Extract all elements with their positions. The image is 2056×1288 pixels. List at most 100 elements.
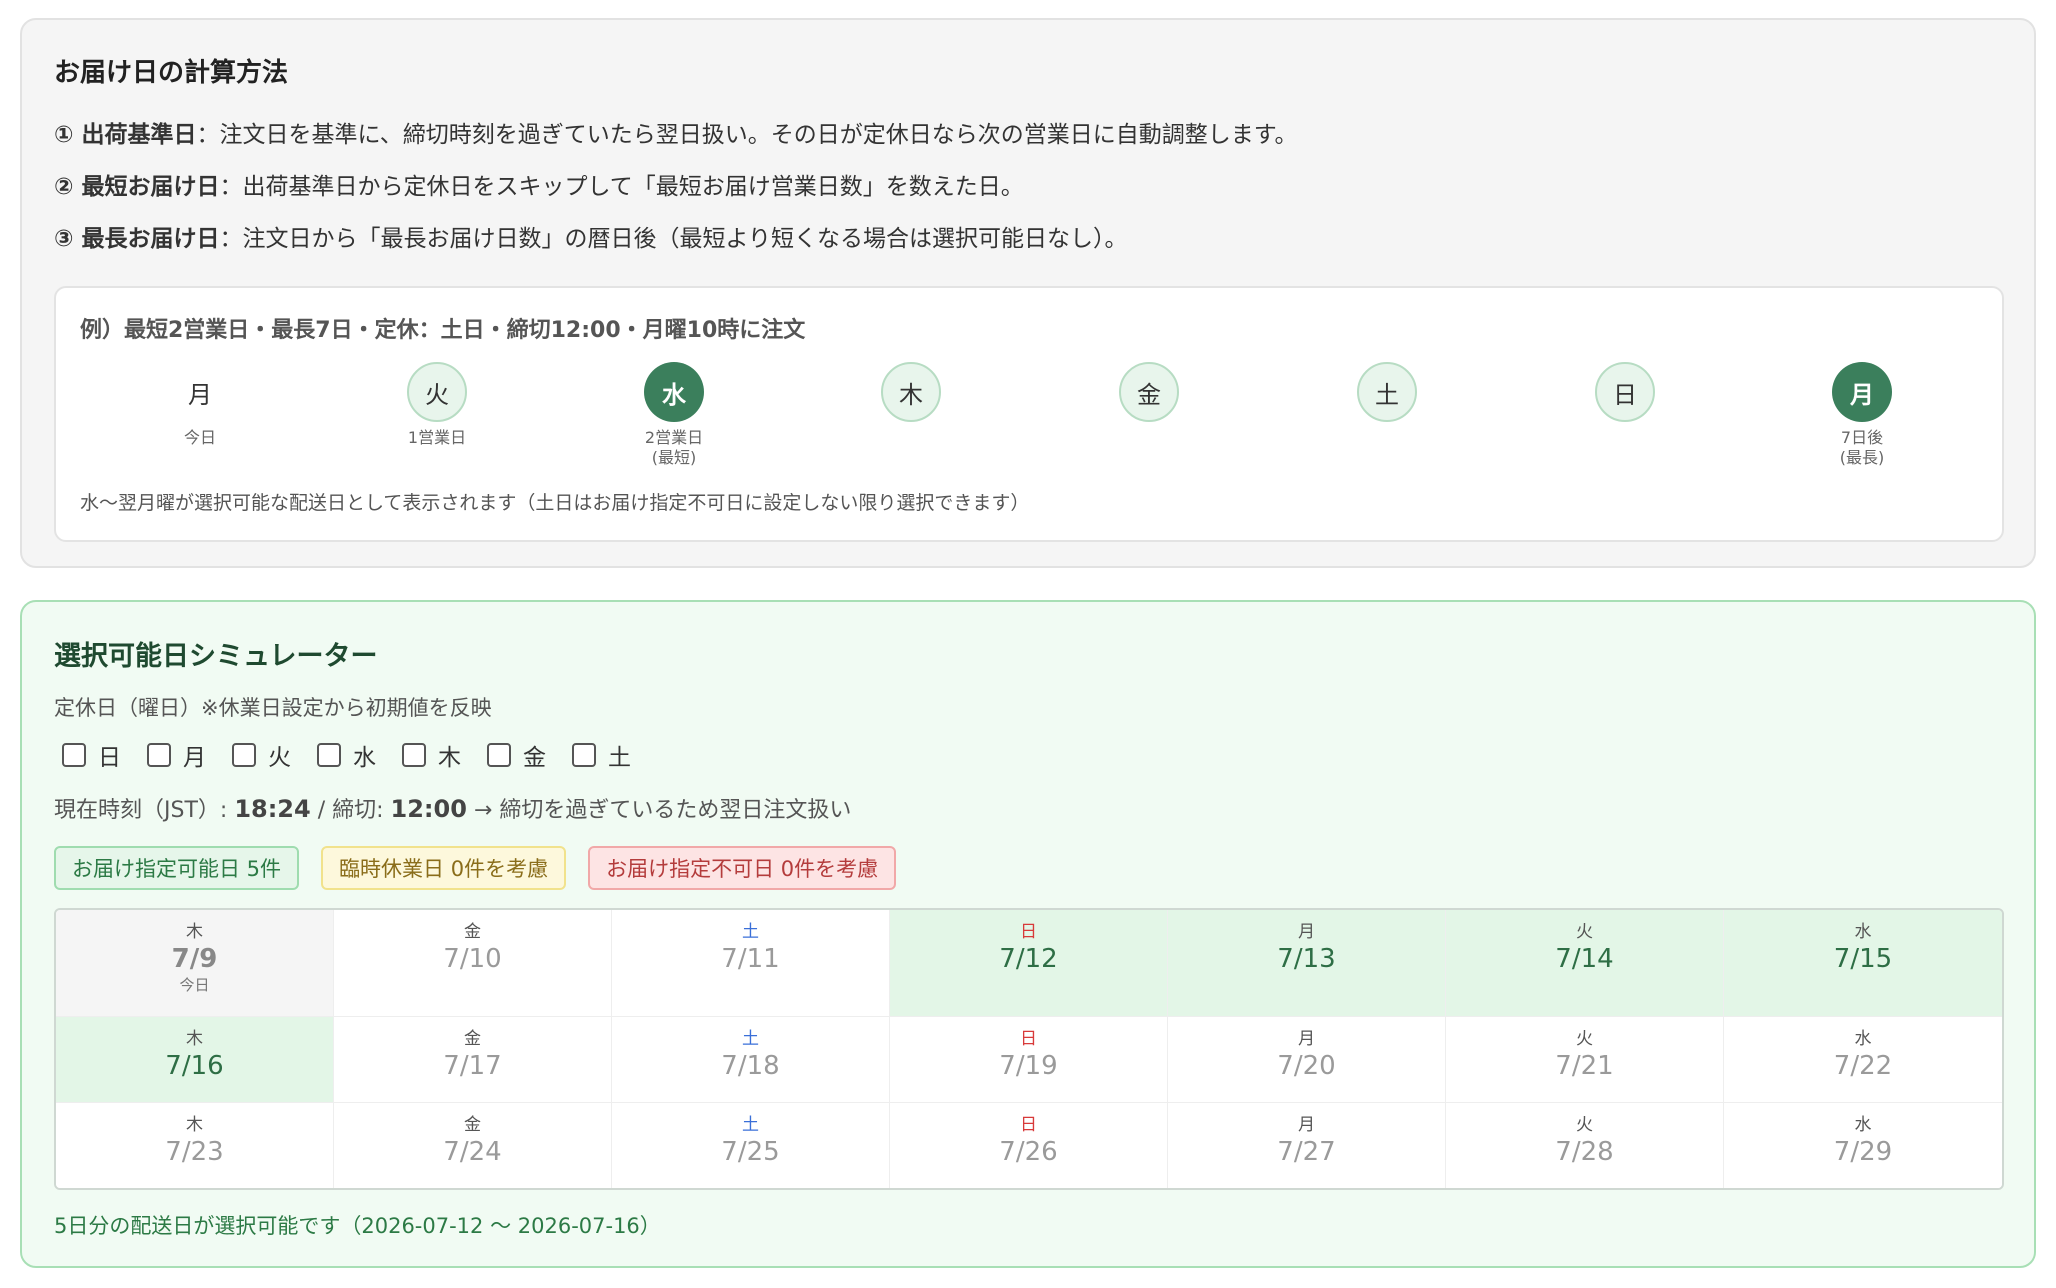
checkbox[interactable] [147, 743, 171, 767]
cutoff-time-value: 12:00 [390, 795, 467, 823]
current-time-value: 18:24 [234, 795, 311, 823]
rule-text: ：注文日から「最長お届け日数」の暦日後（最短より短くなる場合は選択可能日なし）。 [219, 226, 1128, 252]
checkbox[interactable] [62, 743, 86, 767]
calendar-date: 7/23 [165, 1137, 224, 1167]
example-title: 例）最短2営業日・最長7日・定休：土日・締切12:00・月曜10時に注文 [80, 318, 806, 343]
rule-shipping-base-date: ① 出荷基準日：注文日を基準に、締切時刻を過ぎていたら翌日扱い。その日が定休日な… [54, 123, 2002, 148]
checkbox[interactable] [317, 743, 341, 767]
example-day-note-2: (最長) [1839, 448, 1885, 467]
calendar-date: 7/26 [999, 1137, 1058, 1167]
calendar-weekday: 火 [1576, 1115, 1593, 1135]
calendar-weekday: 火 [1576, 1029, 1593, 1049]
calendar-date: 7/16 [165, 1051, 224, 1081]
checkbox[interactable] [232, 743, 256, 767]
holiday-checkbox-wed[interactable]: 水 [317, 738, 376, 772]
holiday-checkbox-mon[interactable]: 月 [147, 738, 206, 772]
available-dates-badge: お届け指定可能日 5件 [54, 846, 300, 890]
calendar-day-cell: 水 7/29 [1724, 1103, 2002, 1188]
calendar-weekday: 土 [742, 922, 759, 942]
unavailable-dates-badge: お届け指定不可日 0件を考慮 [588, 846, 897, 890]
checkbox-label: 日 [98, 745, 121, 771]
checkbox[interactable] [487, 743, 511, 767]
calendar-weekday: 木 [186, 922, 203, 942]
calendar-weekday: 土 [742, 1029, 759, 1049]
calendar-day-cell: 金 7/10 [334, 910, 612, 1016]
rule-label: ③ 最長お届け日 [54, 226, 220, 252]
holiday-checkbox-thu[interactable]: 木 [402, 738, 461, 772]
calendar-day-cell: 水 7/15 [1724, 910, 2002, 1016]
explanation-title: お届け日の計算方法 [54, 58, 289, 88]
calendar-weekday: 月 [1298, 922, 1315, 942]
checkbox-label: 土 [608, 745, 631, 771]
holiday-checkbox-sun[interactable]: 日 [62, 738, 121, 772]
calendar-date: 7/9 [171, 944, 218, 974]
checkbox[interactable] [402, 743, 426, 767]
example-day: 月 7日後 (最長) [1782, 362, 1942, 468]
example-day: 木 [831, 362, 991, 422]
cutoff-prefix: / 締切: [310, 798, 391, 823]
calendar-weekday: 木 [186, 1029, 203, 1049]
temporary-holiday-badge: 臨時休業日 0件を考慮 [321, 846, 567, 890]
calendar-date: 7/20 [1277, 1051, 1336, 1081]
example-day-circle: 月 [188, 380, 212, 409]
holiday-checkbox-fri[interactable]: 金 [487, 738, 546, 772]
calendar-weekday: 日 [1020, 1115, 1037, 1135]
example-day-note: 7日後 [1840, 428, 1884, 447]
holiday-checkbox-tue[interactable]: 火 [232, 738, 291, 772]
calendar-day-cell: 月 7/13 [1168, 910, 1446, 1016]
calendar-weekday: 土 [742, 1115, 759, 1135]
checkbox[interactable] [572, 743, 596, 767]
checkbox-label: 火 [268, 745, 291, 771]
calendar-weekday: 日 [1020, 1029, 1037, 1049]
example-day: 火 1営業日 [357, 362, 517, 448]
calendar-weekday: 水 [1854, 1115, 1872, 1135]
calendar-date: 7/19 [999, 1051, 1058, 1081]
calendar-weekday: 月 [1298, 1115, 1315, 1135]
calendar-date: 7/18 [721, 1051, 780, 1081]
calendar-date: 7/12 [999, 944, 1058, 974]
rule-label: ① 出荷基準日 [54, 122, 197, 148]
example-day-circle: 土 [1357, 362, 1417, 422]
example-day-circle: 木 [881, 362, 941, 422]
calendar-date: 7/11 [721, 944, 780, 974]
calendar-date: 7/17 [443, 1051, 502, 1081]
calendar-weekday: 日 [1020, 922, 1037, 942]
regular-holiday-checkboxes: 日 月 火 水 木 金 土 [62, 738, 657, 772]
calendar-date: 7/15 [1833, 944, 1893, 974]
example-day: 月 今日 [120, 362, 280, 448]
example-day-circle: 月 [1832, 362, 1892, 422]
checkbox-label: 金 [523, 745, 546, 771]
simulator-summary: 5日分の配送日が選択可能です（2026-07-12 〜 2026-07-16） [54, 1214, 661, 1238]
calendar-day-cell: 月 7/20 [1168, 1017, 1446, 1102]
example-day-circle: 水 [644, 362, 704, 422]
calendar-week-row: 木 7/16 金 7/17 土 7/18 日 7/19 月 7/20 火 7/21 水 7/22 [56, 1017, 2002, 1103]
calendar-day-cell: 月 7/27 [1168, 1103, 1446, 1188]
example-day-circle: 火 [407, 362, 467, 422]
regular-holiday-label: 定休日（曜日）※休業日設定から初期値を反映 [54, 696, 492, 720]
calendar-day-cell: 土 7/18 [612, 1017, 890, 1102]
calendar-day-cell: 木 7/23 [56, 1103, 334, 1188]
rule-text: ：出荷基準日から定休日をスキップして「最短お届け営業日数」を数えた日。 [219, 174, 1024, 200]
cutoff-status-text: → 締切を過ぎているため翌日注文扱い [466, 798, 852, 823]
calendar-day-cell: 木 7/16 [56, 1017, 334, 1102]
calendar-day-cell: 火 7/14 [1446, 910, 1724, 1016]
calendar-day-cell: 火 7/21 [1446, 1017, 1724, 1102]
calendar-day-cell: 土 7/11 [612, 910, 890, 1016]
calendar-day-cell: 日 7/26 [890, 1103, 1168, 1188]
summary-badges: お届け指定可能日 5件 臨時休業日 0件を考慮 お届け指定不可日 0件を考慮 [54, 846, 918, 890]
calendar-weekday: 木 [186, 1115, 203, 1135]
calendar-day-cell: 土 7/25 [612, 1103, 890, 1188]
calendar-date: 7/29 [1833, 1137, 1893, 1167]
example-day-note: 今日 [183, 428, 216, 447]
checkbox-label: 月 [183, 745, 206, 771]
calendar-weekday: 月 [1298, 1029, 1315, 1049]
example-day: 土 [1307, 362, 1467, 422]
holiday-checkbox-sat[interactable]: 土 [572, 738, 631, 772]
time-prefix: 現在時刻（JST）: [54, 798, 235, 823]
checkbox-label: 水 [353, 745, 376, 771]
available-dates-simulator-panel: 選択可能日シミュレーター 定休日（曜日）※休業日設定から初期値を反映 日 月 火… [20, 600, 2036, 1268]
calendar-today-label: 今日 [179, 976, 210, 994]
example-day-circle: 金 [1119, 362, 1179, 422]
calendar-weekday: 金 [464, 1115, 481, 1135]
rule-label: ② 最短お届け日 [54, 174, 220, 200]
